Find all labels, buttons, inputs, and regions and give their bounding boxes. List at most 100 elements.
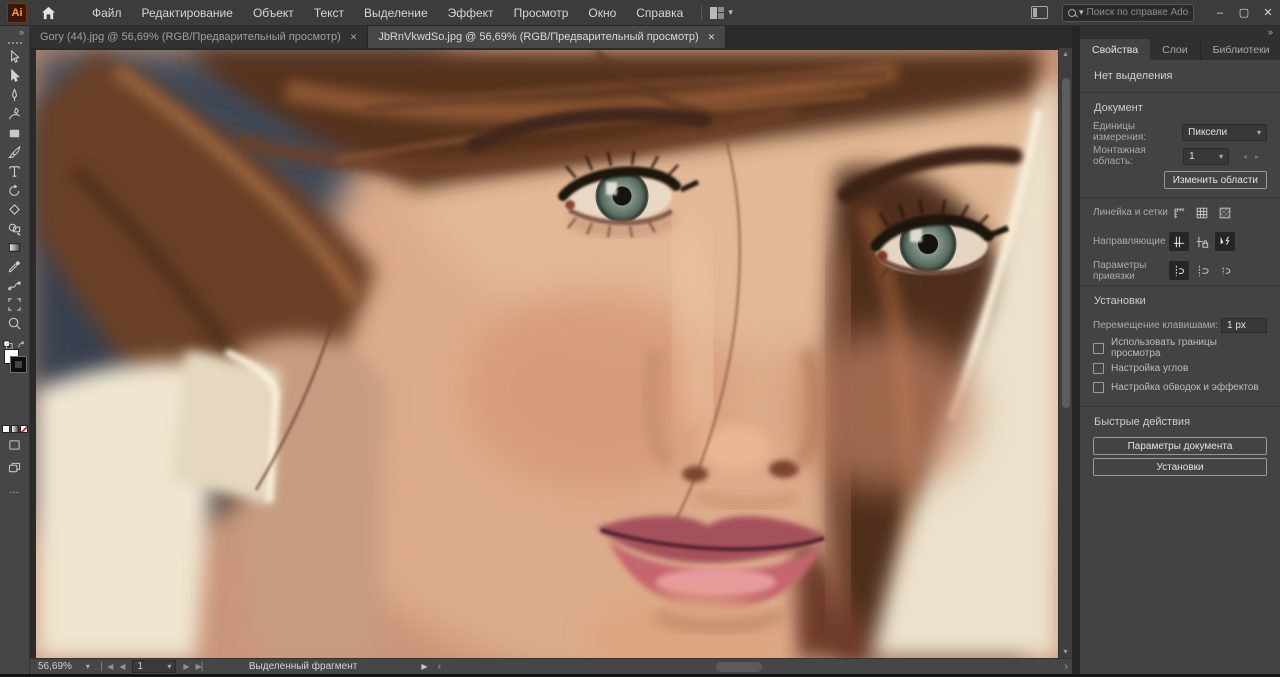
zoom-tool[interactable]: [2, 314, 28, 333]
menu-help[interactable]: Справка: [626, 0, 693, 26]
preview-bounds-checkbox[interactable]: [1093, 343, 1104, 354]
vertical-scrollbar[interactable]: ▴ ▾: [1058, 48, 1072, 658]
type-tool[interactable]: [2, 162, 28, 181]
gradient-button[interactable]: [11, 425, 19, 433]
illustrator-window: Ai Файл Редактирование Объект Текст Выде…: [0, 0, 1280, 677]
document-setup-button[interactable]: Параметры документа: [1093, 437, 1267, 455]
selection-tool[interactable]: [2, 48, 28, 67]
artboard-dropdown[interactable]: 1 ▾: [1183, 148, 1229, 165]
status-flyout-icon[interactable]: ▶: [421, 662, 427, 671]
toolbar-grip[interactable]: [8, 42, 22, 44]
artboard-navigation-dropdown[interactable]: 1 ▾: [132, 660, 176, 673]
corner-adjustment-checkbox[interactable]: [1093, 363, 1104, 374]
snap-to-point-button[interactable]: [1215, 261, 1235, 280]
menu-edit[interactable]: Редактирование: [132, 0, 243, 26]
stroke-color-swatch[interactable]: [11, 357, 26, 372]
menu-view[interactable]: Просмотр: [504, 0, 579, 26]
search-input[interactable]: [1087, 7, 1188, 18]
zoom-level-dropdown[interactable]: 56,69% ▾: [30, 661, 98, 672]
canvas-area[interactable]: ▴ ▾: [30, 48, 1072, 658]
hscroll-track[interactable]: [445, 659, 1060, 674]
menu-window[interactable]: Окно: [578, 0, 626, 26]
fill-stroke-cluster: [2, 337, 28, 383]
keyboard-increment-input[interactable]: 1 px: [1221, 318, 1267, 333]
preview-bounds-label: Использовать границы просмотра: [1111, 337, 1267, 359]
artboard-label: Монтажная область:: [1093, 145, 1183, 167]
shape-builder-tool[interactable]: [2, 219, 28, 238]
paintbrush-tool[interactable]: [2, 143, 28, 162]
show-guides-button[interactable]: [1169, 232, 1189, 251]
previous-artboard-icon[interactable]: ◀: [116, 662, 128, 671]
preferences-button[interactable]: Установки: [1093, 458, 1267, 476]
quick-actions-title: Быстрые действия: [1093, 407, 1267, 434]
menu-select[interactable]: Выделение: [354, 0, 438, 26]
strokes-effects-checkbox[interactable]: [1093, 382, 1104, 393]
panel-collapse-icon[interactable]: »: [1080, 26, 1280, 39]
edit-toolbar-icon[interactable]: …: [9, 485, 20, 496]
illustrator-logo-icon[interactable]: Ai: [7, 3, 27, 23]
artboard-tool[interactable]: [2, 295, 28, 314]
tab-layers[interactable]: Слои: [1150, 39, 1201, 60]
document-tab-1[interactable]: Gory (44).jpg @ 56,69% (RGB/Предваритель…: [30, 26, 368, 48]
curvature-tool[interactable]: [2, 105, 28, 124]
first-artboard-icon[interactable]: ▏◀: [98, 662, 116, 671]
lock-guides-button[interactable]: [1192, 232, 1212, 251]
menu-file[interactable]: Файл: [82, 0, 132, 26]
draw-mode-icon[interactable]: [8, 438, 21, 456]
keyboard-increment-value: 1 px: [1227, 320, 1246, 331]
minimize-button[interactable]: –: [1208, 0, 1232, 26]
snap-to-grid-button[interactable]: [1169, 261, 1189, 280]
status-display-label: Выделенный фрагмент: [249, 661, 357, 672]
eraser-tool[interactable]: [2, 200, 28, 219]
menu-object[interactable]: Объект: [243, 0, 304, 26]
edit-artboards-button[interactable]: Изменить области: [1164, 171, 1267, 189]
search-icon: [1068, 9, 1076, 17]
home-icon[interactable]: [41, 6, 56, 20]
show-rulers-button[interactable]: [1169, 203, 1189, 222]
next-artboard-icon[interactable]: ▶: [180, 662, 192, 671]
document-tab-2-active[interactable]: JbRnVkwdSo.jpg @ 56,69% (RGB/Предварител…: [368, 26, 726, 48]
snap-to-pixel-button[interactable]: [1192, 261, 1212, 280]
tab-libraries[interactable]: Библиотеки: [1201, 39, 1280, 60]
blend-tool[interactable]: [2, 276, 28, 295]
hscroll-thumb[interactable]: [716, 662, 762, 672]
last-artboard-icon[interactable]: ▶▏: [193, 662, 211, 671]
maximize-button[interactable]: ▢: [1232, 0, 1256, 26]
scroll-up-icon[interactable]: ▴: [1063, 48, 1067, 60]
rectangle-tool[interactable]: [2, 124, 28, 143]
tab-close-icon[interactable]: ✕: [350, 32, 358, 43]
rotate-tool[interactable]: [2, 181, 28, 200]
vscroll-thumb[interactable]: [1062, 78, 1070, 408]
gradient-tool[interactable]: [2, 238, 28, 257]
workspace-switcher[interactable]: ▾: [710, 7, 733, 19]
help-search[interactable]: ▾: [1062, 4, 1194, 22]
toolbar-collapse-icon[interactable]: »: [19, 26, 29, 39]
screen-mode-icon[interactable]: [8, 461, 21, 479]
scroll-down-icon[interactable]: ▾: [1063, 646, 1067, 658]
vscroll-track[interactable]: [1059, 60, 1072, 646]
tab-label: Gory (44).jpg @ 56,69% (RGB/Предваритель…: [40, 31, 341, 43]
share-panel-icon[interactable]: [1031, 6, 1048, 19]
pen-tool[interactable]: [2, 86, 28, 105]
strokes-effects-label: Настройка обводок и эффектов: [1111, 382, 1259, 393]
scroll-left-icon[interactable]: ‹: [433, 661, 445, 673]
menu-effect[interactable]: Эффект: [438, 0, 504, 26]
tab-properties[interactable]: Свойства: [1080, 39, 1150, 60]
show-transparency-grid-button[interactable]: [1215, 203, 1235, 222]
none-button[interactable]: [20, 425, 28, 433]
units-dropdown[interactable]: Пиксели ▾: [1182, 124, 1267, 141]
artboard-prev-next-icons[interactable]: ◂▸: [1231, 152, 1267, 161]
artboard-value: 1: [1189, 151, 1195, 162]
eyedropper-tool[interactable]: [2, 257, 28, 276]
color-button[interactable]: [2, 425, 10, 433]
scroll-right-icon[interactable]: ›: [1060, 661, 1072, 673]
close-button[interactable]: ✕: [1256, 0, 1280, 26]
show-grid-button[interactable]: [1192, 203, 1212, 222]
menu-type[interactable]: Текст: [304, 0, 354, 26]
smart-guides-button[interactable]: [1215, 232, 1235, 251]
direct-selection-tool[interactable]: [2, 67, 28, 86]
tab-close-icon[interactable]: ✕: [708, 32, 716, 43]
horizontal-scrollbar[interactable]: ‹ ›: [433, 659, 1072, 674]
chevron-down-icon: ▾: [1219, 152, 1223, 161]
search-chevron-icon[interactable]: ▾: [1079, 7, 1084, 18]
